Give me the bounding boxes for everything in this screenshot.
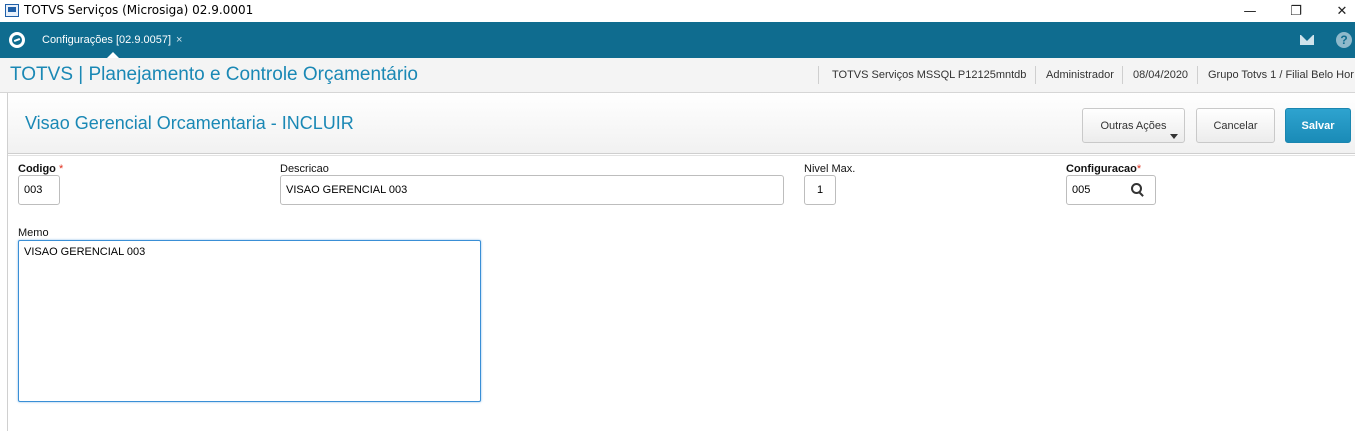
configuracao-field[interactable]: 005 <box>1066 175 1156 205</box>
divider <box>8 155 1355 156</box>
memo-label: Memo <box>18 227 49 239</box>
restore-button[interactable]: ❐ <box>1273 0 1319 22</box>
memo-textarea[interactable]: VISAO GERENCIAL 003 <box>18 240 481 402</box>
window-titlebar: TOTVS Serviços (Microsiga) 02.9.0001 — ❐… <box>0 0 1355 22</box>
page-header: Visao Gerencial Orcamentaria - INCLUIR O… <box>8 93 1355 154</box>
divider <box>1197 66 1198 84</box>
descricao-field[interactable]: VISAO GERENCIAL 003 <box>280 175 784 205</box>
more-actions-button[interactable]: Outras Ações <box>1082 108 1185 143</box>
cancel-button[interactable]: Cancelar <box>1196 108 1275 143</box>
app-window-icon <box>5 4 19 17</box>
module-title: TOTVS | Planejamento e Controle Orçament… <box>10 64 418 85</box>
tab-close-icon[interactable]: × <box>176 34 182 46</box>
configuracao-label: Configuracao* <box>1066 163 1142 175</box>
more-actions-label: Outras Ações <box>1100 119 1167 132</box>
save-button[interactable]: Salvar <box>1285 108 1351 143</box>
totvs-logo-icon[interactable] <box>9 32 25 48</box>
branch-label[interactable]: Grupo Totvs 1 / Filial Belo Hor <box>1208 69 1354 81</box>
descricao-label: Descricao <box>280 163 329 175</box>
tab-label: Configurações [02.9.0057] <box>42 34 172 46</box>
page-title: Visao Gerencial Orcamentaria - INCLUIR <box>25 113 354 133</box>
chevron-down-icon <box>1170 134 1178 139</box>
window-title: TOTVS Serviços (Microsiga) 02.9.0001 <box>24 3 254 17</box>
configuracao-value: 005 <box>1072 184 1091 196</box>
search-icon[interactable] <box>1131 183 1145 197</box>
divider <box>818 66 819 84</box>
minimize-button[interactable]: — <box>1227 0 1273 22</box>
page-content: Visao Gerencial Orcamentaria - INCLUIR O… <box>0 93 1355 431</box>
codigo-field[interactable]: 003 <box>18 175 60 205</box>
mail-icon[interactable] <box>1298 31 1316 49</box>
help-icon[interactable]: ? <box>1336 32 1352 48</box>
environment-label: TOTVS Serviços MSSQL P12125mntdb <box>832 69 1027 81</box>
module-header: TOTVS | Planejamento e Controle Orçament… <box>0 58 1355 93</box>
user-label[interactable]: Administrador <box>1046 69 1114 81</box>
nivel-max-field[interactable]: 1 <box>804 175 836 205</box>
nivel-max-label: Nivel Max. <box>804 163 856 175</box>
divider <box>1122 66 1123 84</box>
divider <box>1035 66 1036 84</box>
tab-strip: Configurações [02.9.0057] × <box>0 22 1355 58</box>
close-window-button[interactable]: ✕ <box>1319 0 1355 22</box>
codigo-label: Codigo * <box>18 163 64 175</box>
date-label[interactable]: 08/04/2020 <box>1133 69 1188 81</box>
